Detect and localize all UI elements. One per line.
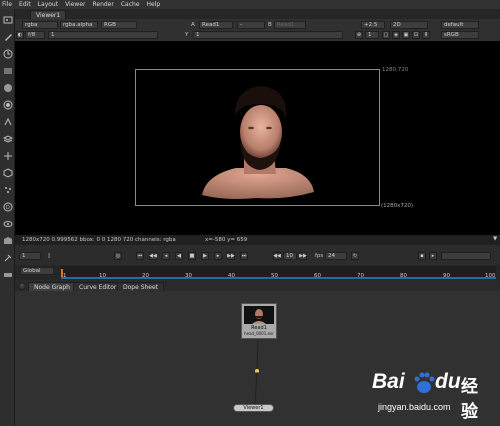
viewer-node[interactable]: Viewer1 — [233, 404, 274, 412]
node-connections — [254, 339, 259, 405]
baidu-jingyan-watermark: Bai du 经验 jingyan.baidu.com — [372, 368, 494, 422]
jingyan-cn-text: 经验 — [461, 377, 478, 422]
baidu-paw-icon — [414, 372, 435, 393]
read-thumbnail — [244, 306, 274, 324]
watermark-url: jingyan.baidu.com — [378, 402, 451, 412]
baidu-logo-text-2: du — [435, 370, 461, 393]
read-node-file: head_0001.exr — [244, 331, 274, 336]
read-node[interactable]: Read1 head_0001.exr — [241, 303, 277, 339]
nuke-window: File Edit Layout Viewer Render Cache Hel… — [0, 0, 500, 426]
baidu-logo-text: Bai — [372, 370, 405, 393]
